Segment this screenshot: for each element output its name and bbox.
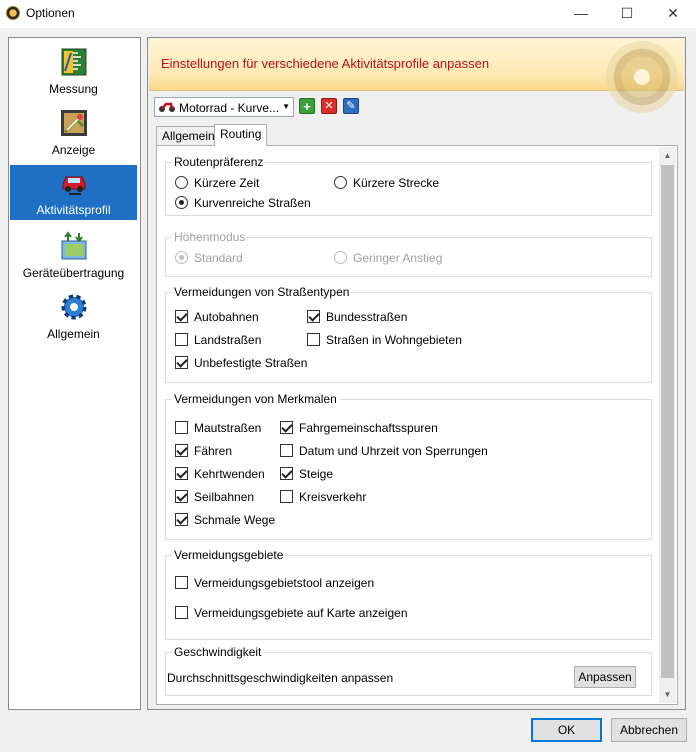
scroll-down-icon[interactable]: ▼ <box>659 686 676 703</box>
app-icon <box>6 6 20 20</box>
group-title: Höhenmodus <box>172 230 248 244</box>
profile-value: Motorrad - Kurve... <box>179 101 280 115</box>
header-banner: Einstellungen für verschiedene Aktivität… <box>149 39 684 113</box>
nav-label: Allgemein <box>47 327 100 341</box>
checkbox-label: Datum und Uhrzeit von Sperrungen <box>299 444 488 458</box>
group-title: Vermeidungen von Merkmalen <box>172 392 339 406</box>
tab-routing[interactable]: Routing <box>214 124 268 146</box>
settings-panel: Einstellungen für verschiedene Aktivität… <box>147 37 686 710</box>
checkbox-box[interactable] <box>175 310 188 323</box>
checkbox-label: Bundesstraßen <box>326 310 408 324</box>
checkbox-label: Steige <box>299 467 334 481</box>
checkbox-label: Seilbahnen <box>194 490 255 504</box>
nav-item-device-transfer[interactable]: Geräteübertragung <box>10 228 137 283</box>
nav-item-general[interactable]: Allgemein <box>10 289 137 344</box>
nav-label: Anzeige <box>51 143 96 157</box>
checkbox-box[interactable] <box>175 490 188 503</box>
chevron-down-icon: ▼ <box>282 102 290 111</box>
close-button[interactable]: ✕ <box>650 0 696 28</box>
checkbox-box[interactable] <box>175 421 188 434</box>
checkbox-box[interactable] <box>175 356 188 369</box>
checkbox-label: Unbefestigte Straßen <box>194 356 308 370</box>
ok-button[interactable]: OK <box>531 718 602 742</box>
radio-circle[interactable] <box>175 176 188 189</box>
radio-label: Kurvenreiche Straßen <box>194 196 311 210</box>
checkbox-box[interactable] <box>175 606 188 619</box>
title-bar: Optionen — ☐ ✕ <box>0 0 696 28</box>
speed-description: Durchschnittsgeschwindigkeiten anpassen <box>167 671 394 685</box>
route-preference-group: Routenpräferenz Kürzere Zeit Kürzere Str… <box>165 155 652 216</box>
checkbox-box[interactable] <box>307 333 320 346</box>
road-type-avoidance-group: Vermeidungen von Straßentypen Autobahnen… <box>165 285 652 383</box>
checkbox-box[interactable] <box>307 310 320 323</box>
checkbox-box[interactable] <box>280 490 293 503</box>
checkbox-box[interactable] <box>175 467 188 480</box>
radio-circle <box>175 251 188 264</box>
radio-circle <box>334 251 347 264</box>
group-title: Vermeidungsgebiete <box>172 548 286 562</box>
checkbox-label: Fähren <box>194 444 233 458</box>
radio-label: Kürzere Strecke <box>353 176 440 190</box>
checkbox-label: Landstraßen <box>194 333 262 347</box>
checkbox-label: Fahrgemeinschaftsspuren <box>299 421 438 435</box>
radio-circle[interactable] <box>334 176 347 189</box>
checkbox-box[interactable] <box>280 467 293 480</box>
group-title: Vermeidungen von Straßentypen <box>172 285 352 299</box>
profile-dropdown[interactable]: Motorrad - Kurve... ▼ <box>154 97 294 117</box>
checkbox-label: Vermeidungsgebietstool anzeigen <box>194 576 375 590</box>
checkbox-box[interactable] <box>175 333 188 346</box>
ruler-icon <box>61 48 87 76</box>
adjust-speeds-button[interactable]: Anpassen <box>574 666 636 688</box>
maximize-button[interactable]: ☐ <box>604 0 650 28</box>
checkbox-label: Kreisverkehr <box>299 490 367 504</box>
checkbox-label: Schmale Wege <box>194 513 276 527</box>
group-title: Geschwindigkeit <box>172 645 264 659</box>
nav-item-measurement[interactable]: Messung <box>10 44 137 99</box>
transfer-icon <box>61 231 87 260</box>
nav-item-activity-profile[interactable]: Aktivitätsprofil <box>10 165 137 220</box>
radio-circle[interactable] <box>175 196 188 209</box>
checkbox-label: Kehrtwenden <box>194 467 265 481</box>
checkbox-box[interactable] <box>175 444 188 457</box>
elevation-mode-group: Höhenmodus Standard Geringer Anstieg <box>165 230 652 277</box>
car-icon <box>62 176 86 195</box>
checkbox-label: Vermeidungsgebiete auf Karte anzeigen <box>194 606 408 620</box>
add-profile-button[interactable]: + <box>299 98 315 114</box>
checkbox-label: Autobahnen <box>194 310 259 324</box>
edit-profile-button[interactable]: ✎ <box>343 98 359 114</box>
tab-general[interactable]: Allgemein <box>156 126 221 145</box>
nav-label: Geräteübertragung <box>22 266 125 280</box>
motorcycle-icon <box>159 102 175 112</box>
feature-avoidance-group: Vermeidungen von Merkmalen Mautstraßen F… <box>165 392 652 540</box>
vertical-scrollbar[interactable]: ▲ ▼ <box>659 147 676 703</box>
routing-tab-page: Routenpräferenz Kürzere Zeit Kürzere Str… <box>156 145 678 705</box>
checkbox-box[interactable] <box>175 513 188 526</box>
scroll-up-icon[interactable]: ▲ <box>659 147 676 164</box>
minimize-button[interactable]: — <box>558 0 604 28</box>
speed-group: Geschwindigkeit Durchschnittsgeschwindig… <box>165 645 652 696</box>
checkbox-box[interactable] <box>280 421 293 434</box>
gear-icon <box>61 294 87 320</box>
group-title: Routenpräferenz <box>172 155 266 169</box>
radio-label: Geringer Anstieg <box>353 251 443 265</box>
checkbox-box[interactable] <box>280 444 293 457</box>
nav-item-display[interactable]: Anzeige <box>10 105 137 160</box>
checkbox-label: Mautstraßen <box>194 421 262 435</box>
display-icon <box>61 110 87 136</box>
avoidance-areas-group: Vermeidungsgebiete Vermeidungsgebietstoo… <box>165 548 652 640</box>
window-title: Optionen <box>26 6 75 20</box>
banner-text: Einstellungen für verschiedene Aktivität… <box>161 56 490 71</box>
checkbox-label: Straßen in Wohngebieten <box>326 333 462 347</box>
cancel-button[interactable]: Abbrechen <box>611 718 687 742</box>
radio-label: Kürzere Zeit <box>194 176 260 190</box>
nav-label: Aktivitätsprofil <box>36 203 111 217</box>
delete-profile-button[interactable]: ✕ <box>321 98 337 114</box>
compass-icon <box>606 41 678 113</box>
category-list: Messung Anzeige Aktivitätsprofil Geräteü… <box>8 37 141 710</box>
nav-label: Messung <box>49 82 98 96</box>
radio-label: Standard <box>194 251 243 265</box>
scroll-thumb[interactable] <box>661 165 674 678</box>
checkbox-box[interactable] <box>175 576 188 589</box>
